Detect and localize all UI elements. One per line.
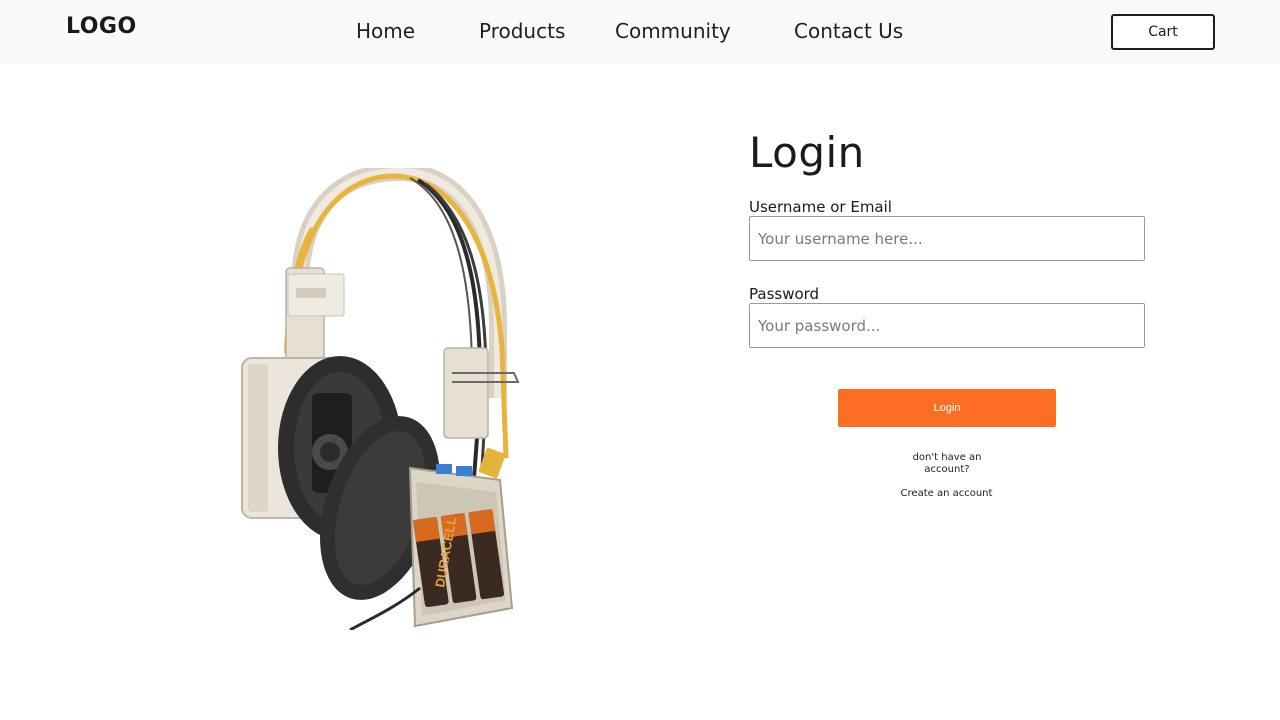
no-account-text: don't have an account? (912, 452, 982, 475)
login-title: Login (749, 128, 865, 177)
username-label: Username or Email (749, 198, 892, 216)
top-navbar: LOGO Home Products Community Contact Us … (0, 0, 1280, 64)
nav-link-products[interactable]: Products (479, 19, 565, 43)
headphones-product-image: DURACELL (241, 168, 520, 630)
cart-button[interactable]: Cart (1111, 14, 1215, 50)
site-logo[interactable]: LOGO (66, 14, 137, 39)
nav-link-community[interactable]: Community (615, 19, 731, 43)
login-button[interactable]: Login (838, 389, 1056, 427)
password-label: Password (749, 285, 820, 303)
nav-link-home[interactable]: Home (356, 19, 415, 43)
username-input[interactable] (749, 216, 1145, 261)
password-input[interactable] (749, 303, 1145, 348)
create-account-link[interactable]: Create an account (880, 488, 1013, 499)
nav-link-contact-us[interactable]: Contact Us (794, 19, 903, 43)
